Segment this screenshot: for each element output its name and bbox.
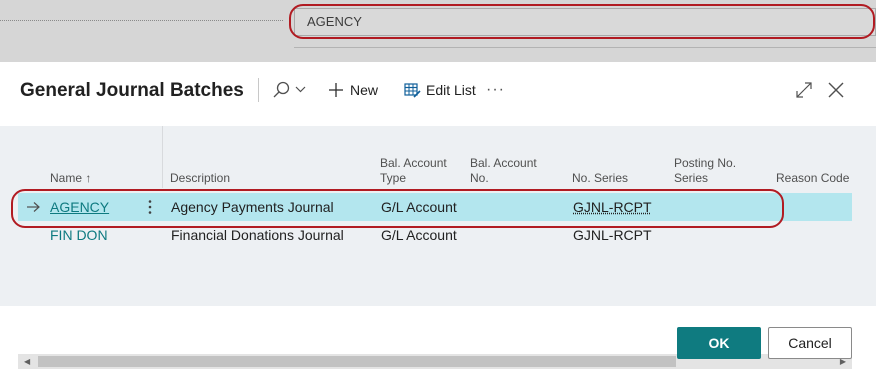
- column-header-bal-account-type[interactable]: Bal. Account Type: [380, 156, 447, 186]
- batch-description: Agency Payments Journal: [171, 199, 334, 215]
- edit-list-icon: [404, 83, 421, 98]
- edit-list-button[interactable]: Edit List: [404, 78, 476, 102]
- search-icon: [273, 81, 306, 98]
- batch-name-link[interactable]: FIN DON: [50, 221, 108, 249]
- table-row-selected[interactable]: AGENCY Agency Payments Journal G/L Accou…: [18, 193, 852, 221]
- sort-ascending-icon: ↑: [85, 171, 92, 185]
- plus-icon: [329, 83, 343, 97]
- column-header-description[interactable]: Description: [170, 171, 230, 186]
- scrollbar-thumb[interactable]: [38, 356, 676, 367]
- toolbar-separator: [258, 78, 259, 102]
- edit-list-label: Edit List: [426, 82, 476, 98]
- batch-description: Financial Donations Journal: [171, 227, 344, 243]
- column-header-posting-no-series[interactable]: Posting No. Series: [674, 156, 736, 186]
- background-divider: [294, 47, 876, 48]
- batch-name-link[interactable]: AGENCY: [50, 193, 109, 221]
- column-header-no-series[interactable]: No. Series: [572, 171, 628, 186]
- row-actions-icon[interactable]: [147, 199, 153, 215]
- bal-account-type: G/L Account: [381, 227, 457, 243]
- background-dotted-line: [0, 20, 283, 21]
- more-options-button[interactable]: ···: [486, 78, 505, 102]
- background-page: AGENCY: [0, 0, 876, 62]
- column-divider: [162, 126, 163, 188]
- no-series: GJNL-RCPT: [573, 227, 652, 243]
- column-header-name[interactable]: Name ↑: [50, 171, 91, 186]
- lookup-dialog: General Journal Batches New Edit List ··…: [0, 62, 876, 375]
- new-button[interactable]: New: [328, 78, 378, 102]
- scroll-left-arrow-icon[interactable]: ◀: [24, 354, 30, 369]
- column-header-bal-account-no[interactable]: Bal. Account No.: [470, 156, 537, 186]
- new-label: New: [350, 82, 379, 98]
- journal-batches-grid: Name ↑ Description Bal. Account Type Bal…: [0, 126, 876, 369]
- column-header-name-label: Name: [50, 171, 83, 185]
- close-icon[interactable]: [826, 80, 846, 100]
- ok-button[interactable]: OK: [677, 327, 761, 359]
- background-batch-field[interactable]: AGENCY: [294, 8, 876, 36]
- row-arrow-icon: [27, 202, 40, 212]
- cancel-button[interactable]: Cancel: [768, 327, 852, 359]
- bal-account-type: G/L Account: [381, 199, 457, 215]
- table-row[interactable]: FIN DON Financial Donations Journal G/L …: [18, 221, 852, 249]
- search-button[interactable]: [272, 78, 306, 102]
- expand-icon[interactable]: [794, 80, 814, 100]
- column-header-reason-code[interactable]: Reason Code: [776, 171, 849, 186]
- dialog-title: General Journal Batches: [20, 80, 244, 101]
- no-series: GJNL-RCPT: [573, 199, 652, 215]
